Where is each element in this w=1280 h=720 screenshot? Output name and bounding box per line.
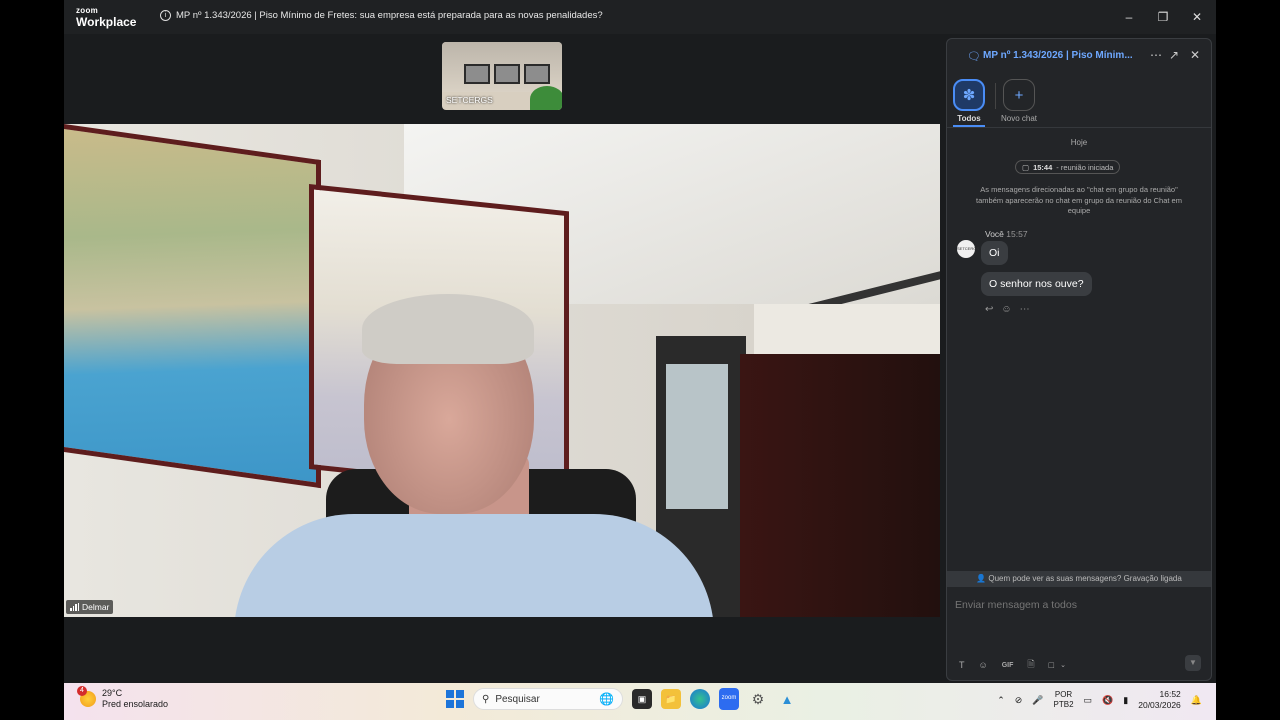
- edge-browser-icon[interactable]: [690, 689, 710, 709]
- thumbnail-name: SETCERGS: [446, 95, 493, 105]
- chat-bubbles-icon: 🗨: [967, 51, 981, 63]
- send-icon: ▼: [1189, 658, 1197, 667]
- chevron-up-icon[interactable]: ⌃: [997, 695, 1005, 706]
- chat-notice: As mensagens direcionadas ao "chat em gr…: [976, 185, 1182, 215]
- privacy-text: Quem pode ver as suas mensagens? Gravaçã…: [988, 574, 1182, 583]
- language-indicator[interactable]: POR PTB2: [1054, 690, 1074, 710]
- notification-badge: 4: [77, 686, 87, 696]
- gif-icon[interactable]: GIF: [1002, 662, 1014, 669]
- task-view-icon[interactable]: ▣: [632, 689, 652, 709]
- speaker-name: Delmar: [82, 602, 110, 612]
- message-input[interactable]: [955, 597, 1195, 613]
- plus-icon: +: [1014, 86, 1024, 104]
- chat-message[interactable]: O senhor nos ouve?: [981, 272, 1092, 296]
- battery-icon[interactable]: ▮: [1123, 695, 1128, 706]
- restore-icon[interactable]: ❐: [1151, 6, 1175, 28]
- logo-workplace-text: Workplace: [76, 15, 137, 29]
- more-options-icon[interactable]: ⋯: [1150, 48, 1162, 62]
- text-format-icon[interactable]: T: [959, 660, 965, 670]
- language-code: POR: [1054, 690, 1073, 699]
- emoji-icon[interactable]: ☺: [979, 660, 988, 670]
- system-tray: ⌃ ⊘ 🎤 POR PTB2 ▭ 🔇 ▮ 16:52 20/03/2026 🔔: [997, 689, 1202, 711]
- people-icon: ✽: [962, 87, 976, 104]
- clock[interactable]: 16:52 20/03/2026: [1138, 689, 1181, 711]
- taskbar-search[interactable]: ⚲ Pesquisar 🌐: [473, 688, 623, 710]
- sender-name: Você: [985, 229, 1004, 239]
- zoom-app-icon[interactable]: zoom: [719, 688, 739, 710]
- date: 20/03/2026: [1138, 700, 1181, 710]
- person-lock-icon: 👤: [976, 574, 987, 583]
- app-icon[interactable]: ▲: [777, 689, 797, 709]
- file-icon[interactable]: 🗎: [1027, 657, 1034, 673]
- privacy-bar[interactable]: 👤 Quem pode ver as suas mensagens? Grava…: [947, 571, 1211, 587]
- chevron-down-icon[interactable]: ⌄: [1060, 661, 1066, 669]
- main-video[interactable]: Delmar: [64, 124, 940, 617]
- meeting-title[interactable]: i MP nº 1.343/2026 | Piso Mínimo de Fret…: [160, 10, 603, 21]
- add-reaction-icon[interactable]: ☺: [1001, 304, 1011, 315]
- video-stage: SETCERGS Delmar: [64, 34, 944, 683]
- settings-gear-icon[interactable]: ⚙: [748, 689, 768, 709]
- message-actions: ↩ ☺ ⋯: [985, 304, 1030, 315]
- sender-time: 15:57: [1006, 229, 1028, 239]
- participant-thumbnail[interactable]: SETCERGS: [442, 42, 562, 110]
- tab-novo-chat[interactable]: +: [1003, 79, 1035, 111]
- zoom-logo: zoom Workplace: [76, 6, 137, 29]
- keyboard-layout: PTB2: [1053, 700, 1074, 709]
- message-sender: Você 15:57: [985, 229, 1028, 239]
- zoom-window: zoom Workplace i MP nº 1.343/2026 | Piso…: [64, 0, 1216, 683]
- tab-todos-label: Todos: [957, 114, 981, 123]
- search-highlight-icon: 🌐: [599, 692, 614, 706]
- time: 16:52: [1159, 689, 1181, 699]
- tab-novo-chat-label: Novo chat: [1000, 114, 1038, 123]
- video-camera-icon: ▢: [1022, 162, 1030, 172]
- close-chat-icon[interactable]: ✕: [1190, 48, 1200, 62]
- meeting-started-time: 15:44: [1033, 162, 1053, 172]
- avatar[interactable]: SETCERGS: [957, 240, 979, 258]
- weather-description: Pred ensolarado: [102, 699, 169, 709]
- volume-mute-icon[interactable]: 🔇: [1102, 695, 1113, 706]
- chat-message[interactable]: Oi: [981, 241, 1008, 265]
- temperature: 29°C: [102, 688, 123, 698]
- notifications-icon[interactable]: 🔔: [1191, 695, 1202, 706]
- weather-widget[interactable]: 4 29°C Pred ensolarado: [77, 686, 169, 710]
- reply-icon[interactable]: ↩: [985, 304, 993, 315]
- display-icon[interactable]: ▭: [1084, 695, 1093, 706]
- door: [740, 354, 940, 617]
- wall-map-left: [64, 124, 321, 489]
- minimize-icon[interactable]: –: [1117, 6, 1141, 28]
- chat-panel: 🗨 MP nº 1.343/2026 | Piso Mínim... ⋯ ↗ ✕…: [946, 38, 1212, 681]
- more-icon[interactable]: ⋯: [1020, 304, 1030, 315]
- meeting-title-text: MP nº 1.343/2026 | Piso Mínimo de Fretes…: [176, 10, 603, 21]
- speaker-person: [234, 514, 714, 617]
- microphone-icon[interactable]: 🎤: [1032, 695, 1043, 706]
- taskbar-apps: ⚲ Pesquisar 🌐 ▣ 📁 zoom ⚙ ▲: [446, 688, 797, 710]
- screenshot-icon[interactable]: □: [1049, 660, 1054, 670]
- info-icon[interactable]: i: [160, 10, 171, 21]
- tab-todos[interactable]: ✽: [953, 79, 985, 111]
- close-icon[interactable]: ✕: [1185, 6, 1209, 28]
- file-explorer-icon[interactable]: 📁: [661, 689, 681, 709]
- chat-messages[interactable]: Hoje ▢ 15:44 - reunião iniciada As mensa…: [947, 127, 1211, 568]
- compose-toolbar: T ☺ GIF 🗎 □ ⌄: [959, 657, 1066, 673]
- speaker-label: Delmar: [66, 600, 114, 614]
- title-bar: zoom Workplace i MP nº 1.343/2026 | Piso…: [64, 0, 1216, 34]
- logo-zoom-text: zoom: [76, 6, 99, 15]
- network-off-icon[interactable]: ⊘: [1015, 695, 1023, 706]
- send-button[interactable]: ▼: [1185, 655, 1201, 671]
- pop-out-icon[interactable]: ↗: [1169, 48, 1179, 62]
- search-icon: ⚲: [482, 693, 490, 705]
- windows-start-icon[interactable]: [446, 690, 464, 708]
- search-label: Pesquisar: [495, 693, 540, 705]
- sun-icon: 4: [77, 686, 96, 707]
- meeting-started-text: - reunião iniciada: [1056, 162, 1114, 172]
- meeting-started-pill: ▢ 15:44 - reunião iniciada: [1015, 160, 1121, 174]
- chat-title[interactable]: MP nº 1.343/2026 | Piso Mínim...: [983, 50, 1133, 61]
- signal-bars-icon: [70, 603, 79, 611]
- date-separator: Hoje: [1070, 138, 1088, 147]
- windows-taskbar: 4 29°C Pred ensolarado ⚲ Pesquisar 🌐 ▣ 📁…: [64, 683, 1216, 720]
- chat-header: 🗨 MP nº 1.343/2026 | Piso Mínim... ⋯ ↗ ✕: [947, 39, 1211, 75]
